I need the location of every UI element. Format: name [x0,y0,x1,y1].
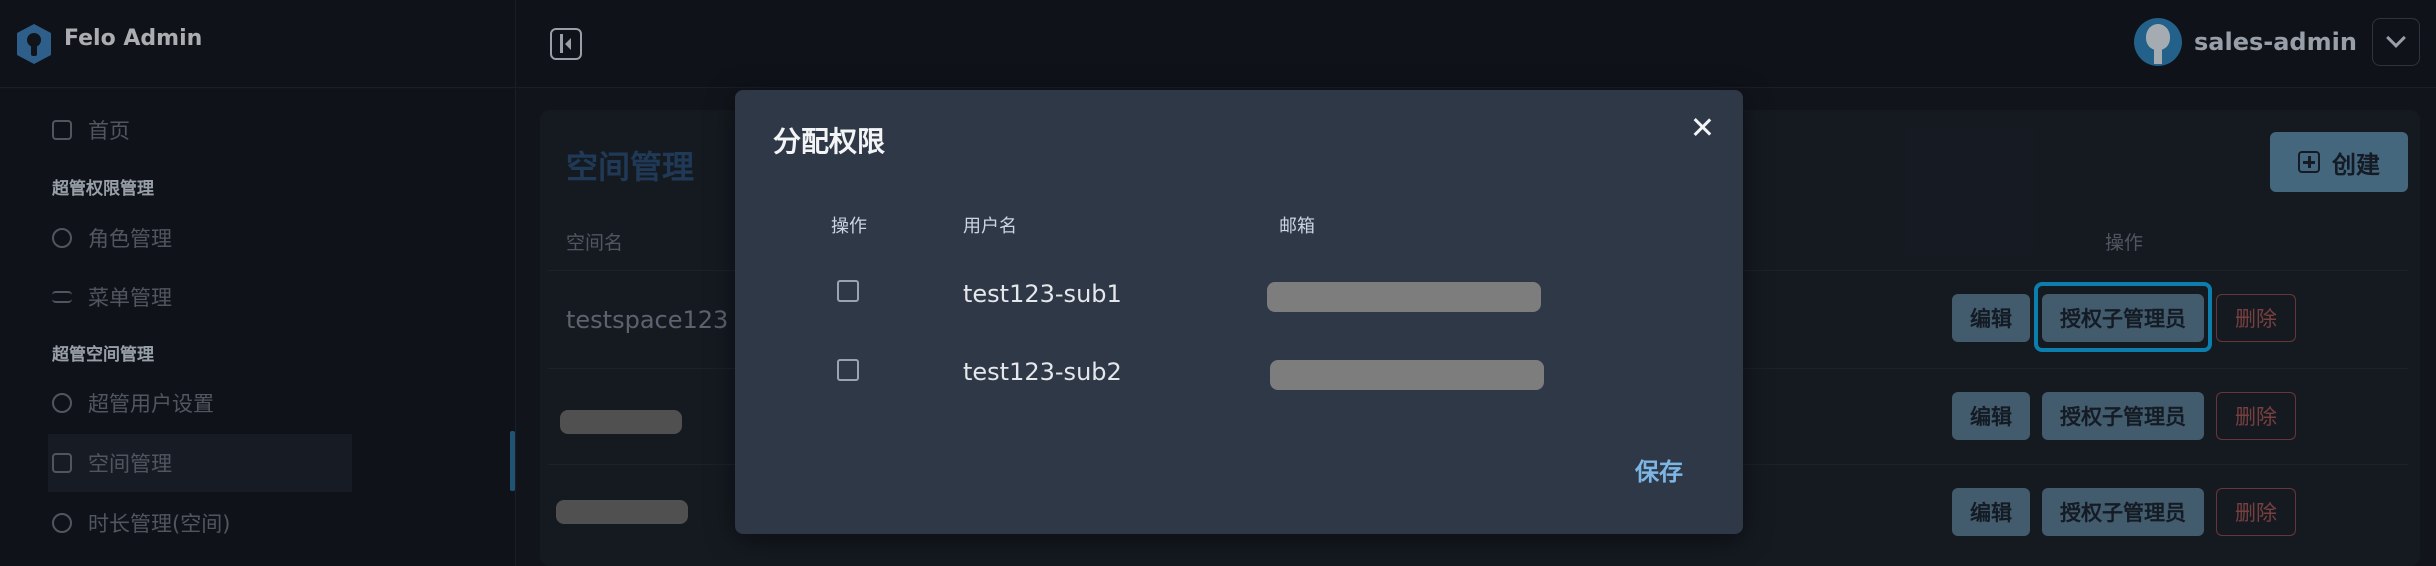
assign-permission-dialog: 分配权限 操作 用户名 邮箱 test123-sub1 test123-sub2… [735,90,1743,534]
save-button[interactable]: 保存 [1635,452,1683,487]
dialog-username-cell: test123-sub2 [963,358,1122,386]
user-checkbox[interactable] [837,359,859,381]
dialog-username-cell: test123-sub1 [963,280,1122,308]
user-checkbox[interactable] [837,280,859,302]
redacted-email [1270,360,1544,390]
redacted-email [1267,282,1541,312]
dialog-title: 分配权限 [773,125,886,158]
dialog-header-action: 操作 [831,216,867,237]
dialog-header-email: 邮箱 [1279,216,1315,237]
dialog-header-username: 用户名 [963,216,1017,237]
close-icon[interactable] [1687,112,1717,142]
